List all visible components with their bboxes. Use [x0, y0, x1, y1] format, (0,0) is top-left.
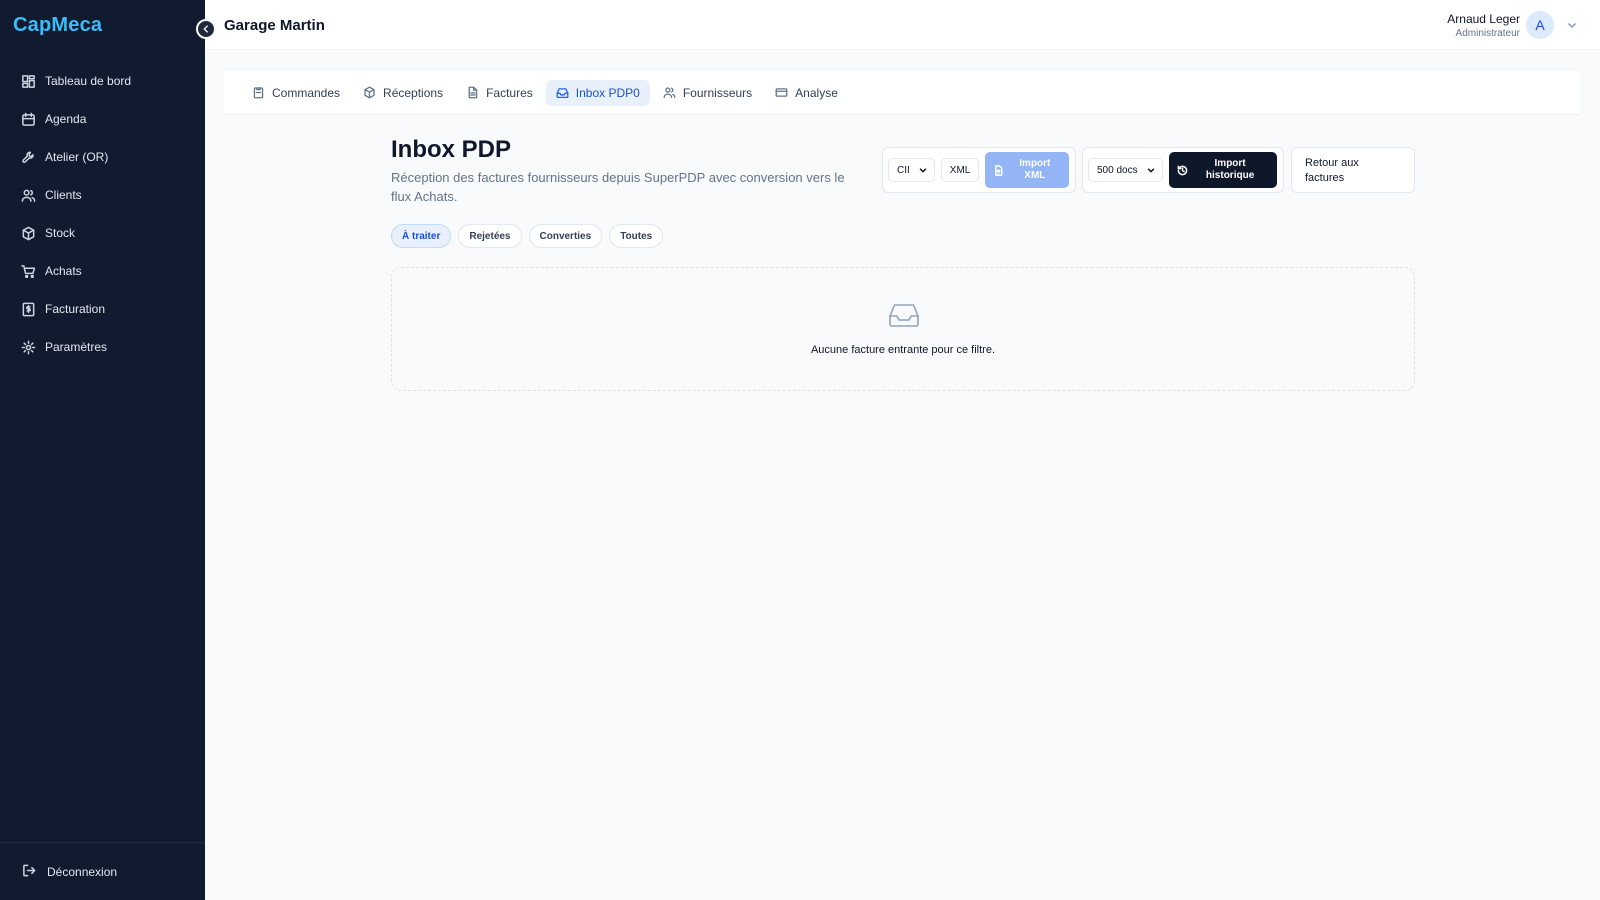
import-history-label-line2: historique	[1205, 170, 1255, 181]
tab-inbox-pdp[interactable]: Inbox PDP0	[545, 79, 650, 106]
wrench-icon	[20, 149, 36, 165]
tab-receptions[interactable]: Réceptions	[353, 80, 453, 106]
brand-logo[interactable]: CapMeca	[13, 14, 102, 37]
import-xml-label-line2: XML	[1024, 170, 1046, 181]
tab-label: Factures	[486, 85, 533, 100]
logout-icon	[22, 863, 47, 881]
filter-toutes[interactable]: Toutes	[609, 224, 664, 248]
chevron-down-icon	[1147, 168, 1155, 173]
docs-count-value: 500 docs	[1097, 164, 1138, 176]
sidebar-item-label: Facturation	[45, 302, 106, 316]
sidebar-item-label: Agenda	[45, 112, 87, 126]
sidebar-item-tableau-de-bord[interactable]: Tableau de bord	[0, 62, 205, 100]
empty-state-message: Aucune facture entrante pour ce filtre.	[810, 344, 996, 356]
import-history-label-line1: Import	[1214, 158, 1246, 169]
sidebar-item-agenda[interactable]: Agenda	[0, 100, 205, 138]
organization-name: Garage Martin	[224, 17, 325, 34]
import-history-button[interactable]: Import historique	[1168, 152, 1277, 188]
page-description: Réception des factures fournisseurs depu…	[391, 170, 845, 204]
file-upload-icon	[995, 164, 1003, 176]
chevron-left-icon	[203, 25, 208, 33]
empty-state: Aucune facture entrante pour ce filtre.	[391, 267, 1415, 391]
cart-icon	[20, 263, 36, 279]
tab-factures[interactable]: Factures	[456, 80, 543, 106]
purchases-tabs: Commandes Réceptions Factures Inbox PDP0…	[224, 71, 1580, 115]
format-select-value: CII	[897, 164, 910, 176]
user-name: Arnaud Leger	[1447, 12, 1520, 26]
sidebar-item-clients[interactable]: Clients	[0, 176, 205, 214]
logout-button[interactable]: Déconnexion	[0, 842, 205, 900]
filter-rejetees[interactable]: Rejetées	[458, 224, 522, 248]
calendar-icon	[20, 111, 36, 127]
avatar[interactable]: A	[1526, 11, 1554, 39]
sidebar-item-label: Paramètres	[45, 340, 108, 354]
chevron-down-icon[interactable]	[1566, 18, 1580, 32]
dashboard-icon	[20, 73, 36, 89]
box-icon	[20, 225, 36, 241]
sidebar-item-stock[interactable]: Stock	[0, 214, 205, 252]
sidebar-item-achats[interactable]: Achats	[0, 252, 205, 290]
sidebar-item-label: Tableau de bord	[45, 74, 132, 88]
clipboard-icon	[253, 87, 264, 99]
sidebar-item-label: Atelier (OR)	[45, 150, 109, 164]
back-to-invoices-button[interactable]: Retour aux factures	[1291, 147, 1415, 193]
inbox-icon	[556, 88, 569, 99]
user-role: Administrateur	[1455, 28, 1520, 39]
tab-label: Commandes	[272, 85, 341, 100]
package-icon	[364, 86, 375, 99]
sidebar-item-facturation[interactable]: Facturation	[0, 290, 205, 328]
tab-analyse[interactable]: Analyse	[765, 80, 848, 106]
docs-count-select[interactable]: 500 docs	[1088, 158, 1163, 182]
gear-icon	[20, 339, 36, 355]
tab-label: Inbox PDP0	[575, 85, 640, 100]
chevron-down-icon	[919, 168, 927, 173]
users-icon	[663, 87, 676, 99]
page-title: Inbox PDP	[391, 136, 512, 163]
xml-button[interactable]: XML	[940, 158, 980, 182]
filter-a-traiter[interactable]: À traiter	[391, 224, 452, 248]
sidebar-collapse-button[interactable]	[196, 19, 216, 39]
sidebar-nav: Tableau de bord Agenda Atelier (OR) Clie…	[0, 62, 205, 366]
back-label-line1: Retour aux	[1305, 157, 1359, 169]
format-select[interactable]: CII	[888, 158, 935, 182]
sidebar: CapMeca Tableau de bord Agenda Atelier (…	[0, 0, 205, 900]
user-menu[interactable]: Arnaud Leger Administrateur	[1447, 12, 1520, 39]
history-icon	[1177, 165, 1187, 175]
tab-commandes[interactable]: Commandes	[242, 80, 350, 106]
xml-import-group: CII XML Import XML	[882, 147, 1076, 193]
inbox-icon	[888, 302, 920, 328]
import-xml-button[interactable]: Import XML	[985, 152, 1070, 188]
logout-label: Déconnexion	[47, 864, 118, 879]
sidebar-item-label: Stock	[45, 226, 76, 240]
sidebar-item-atelier[interactable]: Atelier (OR)	[0, 138, 205, 176]
history-import-group: 500 docs Import historique	[1082, 147, 1284, 193]
file-icon	[468, 86, 478, 99]
users-icon	[20, 187, 36, 203]
top-header: Garage Martin Arnaud Leger Administrateu…	[205, 0, 1600, 50]
sidebar-item-label: Clients	[45, 188, 82, 202]
tab-label: Fournisseurs	[682, 85, 753, 100]
tab-fournisseurs[interactable]: Fournisseurs	[653, 80, 762, 106]
filter-converties[interactable]: Converties	[528, 224, 603, 248]
sidebar-item-label: Achats	[45, 264, 82, 278]
tab-label: Réceptions	[383, 85, 444, 100]
import-xml-label-line1: Import	[1019, 158, 1051, 169]
card-icon	[775, 88, 788, 97]
tab-label: Analyse	[795, 85, 838, 100]
sidebar-item-parametres[interactable]: Paramètres	[0, 328, 205, 366]
invoice-icon	[20, 301, 36, 317]
status-filters: À traiter Rejetées Converties Toutes	[391, 224, 670, 248]
back-label-line2: factures	[1305, 172, 1345, 184]
